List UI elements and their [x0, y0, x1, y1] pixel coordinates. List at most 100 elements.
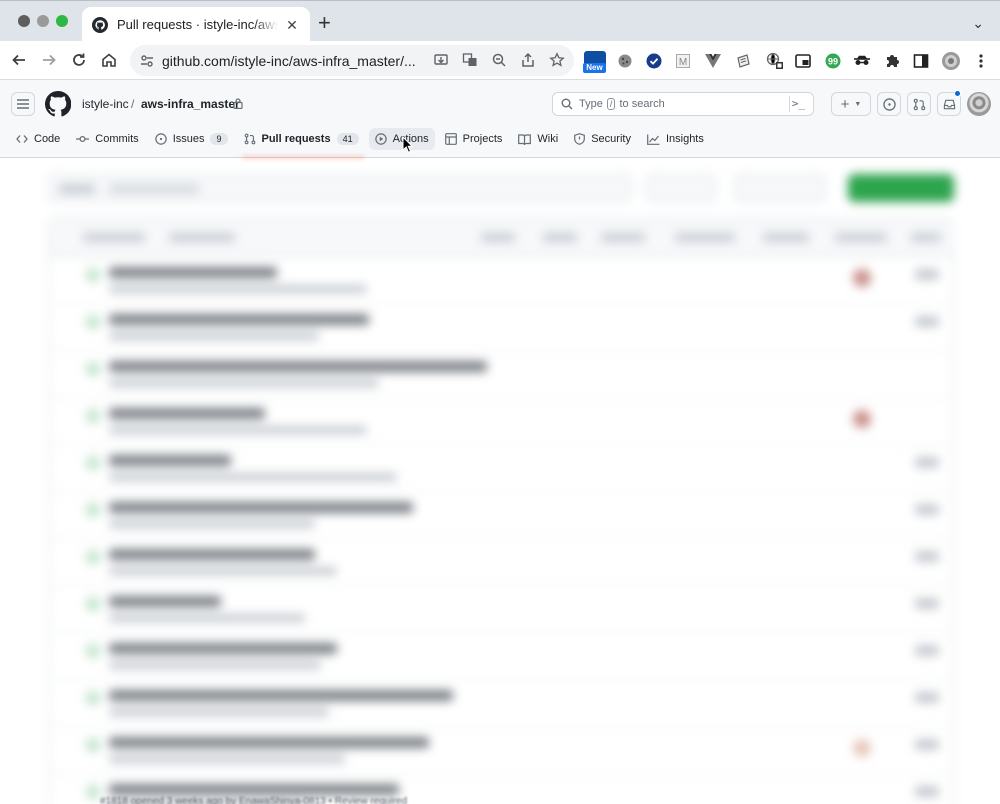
url-text[interactable]: github.com/istyle-inc/aws-infra_master/.… — [162, 53, 424, 69]
git-pull-request-icon — [913, 98, 925, 110]
table-row[interactable] — [49, 398, 955, 445]
table-row[interactable] — [49, 680, 955, 727]
browser-toolbar: github.com/istyle-inc/aws-infra_master/.… — [0, 41, 1000, 80]
tab-security[interactable]: Security — [568, 128, 637, 150]
home-button[interactable] — [98, 49, 120, 71]
window-close-button[interactable] — [18, 15, 30, 27]
tab-insights[interactable]: Insights — [641, 128, 710, 150]
pull-requests-button[interactable] — [907, 92, 931, 116]
milestones-button[interactable] — [734, 174, 826, 202]
svg-text:M: M — [679, 57, 687, 68]
new-badge: New — [583, 63, 606, 73]
browser-tab-strip: Pull requests · istyle-inc/aws-infra_mas… — [0, 0, 1000, 42]
more-icon[interactable] — [971, 51, 991, 71]
github-header: istyle-inc / aws-infra_master Type / to … — [0, 80, 1000, 159]
book-icon — [518, 133, 532, 145]
reload-icon — [73, 53, 85, 66]
tab-wiki[interactable]: Wiki — [512, 128, 564, 150]
tab-pull-requests[interactable]: Pull requests 41 — [238, 128, 365, 150]
table-row[interactable] — [49, 727, 955, 774]
address-bar[interactable]: github.com/istyle-inc/aws-infra_master/.… — [130, 45, 574, 76]
svg-text:99: 99 — [828, 57, 838, 67]
play-icon — [374, 133, 387, 145]
github-logo-icon[interactable] — [45, 91, 71, 117]
create-new-button[interactable]: + ▼ — [831, 92, 871, 116]
picture-in-picture-icon[interactable] — [793, 51, 813, 71]
puzzle-icon[interactable] — [882, 51, 902, 71]
breadcrumb-repo[interactable]: aws-infra_master — [141, 97, 240, 111]
side-panel-icon[interactable] — [911, 51, 931, 71]
list-header — [49, 219, 955, 257]
pull-requests-count-badge: 41 — [336, 133, 359, 145]
window-minimize-button[interactable] — [37, 15, 49, 27]
reload-button[interactable] — [68, 49, 90, 71]
slash-key: / — [606, 98, 616, 110]
tab-commits[interactable]: Commits — [70, 128, 144, 150]
global-menu-button[interactable] — [11, 92, 35, 116]
arrow-right-icon — [43, 54, 56, 66]
translate-icon[interactable] — [461, 51, 479, 69]
profile-icon[interactable] — [941, 51, 961, 71]
table-row[interactable] — [49, 304, 955, 351]
bookmark-star-icon[interactable] — [548, 51, 566, 69]
tab-projects[interactable]: Projects — [439, 128, 509, 150]
zoom-icon[interactable] — [490, 51, 508, 69]
share-icon[interactable] — [519, 51, 537, 69]
search-icon — [561, 98, 573, 110]
tab-issues[interactable]: Issues 9 — [149, 128, 234, 150]
search-input[interactable]: Type / to search >_ — [552, 92, 814, 116]
mouse-pointer-icon — [402, 136, 414, 153]
tab-code-label: Code — [34, 133, 61, 145]
browser-tab-active[interactable]: Pull requests · istyle-inc/aws-infra_mas… — [82, 7, 310, 42]
forward-button[interactable] — [38, 49, 60, 71]
tab-code[interactable]: Code — [10, 128, 66, 150]
plus-icon: + — [840, 95, 850, 113]
search-divider — [789, 96, 790, 112]
tab-wiki-label: Wiki — [537, 133, 559, 145]
table-row[interactable] — [49, 586, 955, 633]
tab-pull-requests-label: Pull requests — [261, 133, 331, 145]
note-icon[interactable] — [733, 51, 753, 71]
incognito-mask-icon[interactable] — [852, 51, 872, 71]
github-favicon-icon — [92, 16, 108, 33]
table-row[interactable] — [49, 539, 955, 586]
cookie-icon[interactable] — [615, 51, 635, 71]
table-row[interactable] — [49, 257, 955, 304]
issues-button[interactable] — [877, 92, 901, 116]
tab-close-icon[interactable]: ✕ — [284, 17, 300, 33]
new-tab-button[interactable]: + — [318, 12, 331, 34]
breadcrumb-owner[interactable]: istyle-inc — [82, 97, 129, 111]
table-row[interactable] — [49, 492, 955, 539]
issues-count-badge: 9 — [210, 133, 228, 145]
install-app-icon[interactable] — [432, 51, 450, 69]
git-commit-icon — [76, 135, 90, 143]
table-row[interactable] — [49, 633, 955, 680]
filter-input[interactable] — [48, 174, 632, 202]
tab-search-chevron-icon[interactable]: ⌄ — [972, 15, 984, 32]
table-row[interactable] — [49, 351, 955, 398]
labels-button[interactable] — [646, 174, 716, 202]
blurred-content — [0, 158, 1000, 804]
site-info-icon[interactable] — [140, 54, 154, 68]
code-icon — [16, 135, 28, 143]
back-button[interactable] — [8, 49, 30, 71]
git-pull-request-icon — [244, 133, 255, 145]
chat-icon[interactable]: 99 — [823, 51, 843, 71]
issue-opened-icon — [154, 133, 167, 145]
check-circle-icon[interactable] — [644, 51, 664, 71]
table-icon — [444, 133, 457, 145]
shield-icon — [574, 133, 586, 145]
new-pull-request-button[interactable] — [848, 174, 954, 202]
translate-ext-icon[interactable] — [765, 51, 785, 71]
command-palette-icon[interactable]: >_ — [792, 97, 805, 110]
m-icon[interactable]: M — [673, 51, 693, 71]
breadcrumb-separator: / — [131, 97, 135, 111]
pull-request-list-area: #1818 opened 3 weeks ago by EnawaShinya-… — [0, 158, 1000, 804]
avatar[interactable] — [967, 92, 991, 116]
tab-insights-label: Insights — [665, 133, 704, 145]
vuejs-icon[interactable] — [703, 51, 723, 71]
window-maximize-button[interactable] — [56, 15, 68, 27]
table-row[interactable] — [49, 445, 955, 492]
arrow-left-icon — [12, 54, 25, 66]
tab-security-label: Security — [591, 133, 631, 145]
